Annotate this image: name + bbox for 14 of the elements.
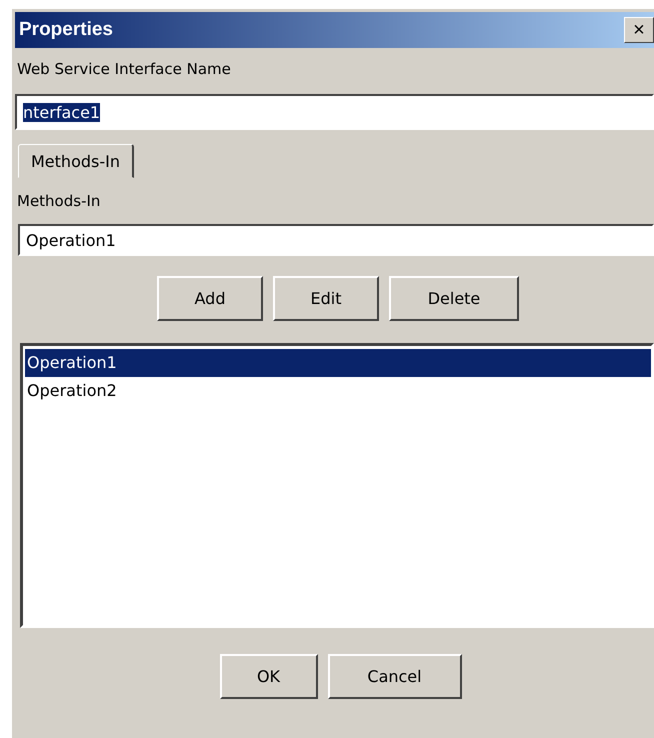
dialog-button[interactable]: Cancel <box>328 654 462 699</box>
field-label: Methods-In <box>17 192 102 210</box>
action-button[interactable]: Delete <box>389 276 519 321</box>
dialog-button[interactable]: OK <box>220 654 318 699</box>
action-button[interactable]: Add <box>157 276 263 321</box>
tab[interactable]: Methods-In <box>18 144 134 178</box>
name-field[interactable]: nterface1 <box>15 94 654 130</box>
field-label: Web Service Interface Name <box>17 60 232 78</box>
list-item[interactable]: Operation1 <box>25 349 651 377</box>
close-button[interactable]: × <box>624 17 654 43</box>
window-title: Properties <box>19 19 113 41</box>
list-item[interactable]: Operation2 <box>25 377 651 405</box>
method-field[interactable]: Operation1 <box>18 224 654 256</box>
action-button[interactable]: Edit <box>273 276 379 321</box>
